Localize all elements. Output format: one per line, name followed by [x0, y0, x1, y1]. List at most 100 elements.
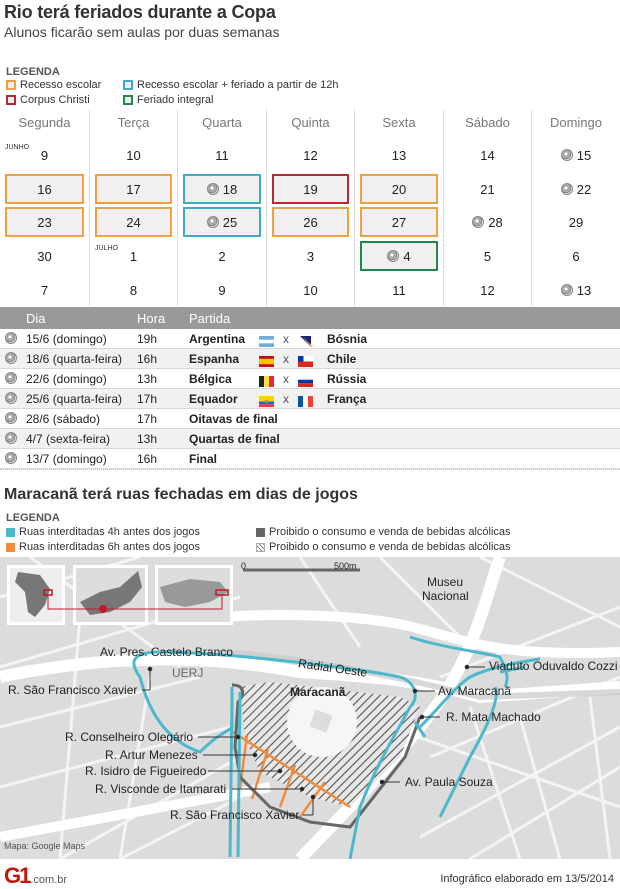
- calendar-day: JULHO 1: [95, 241, 172, 271]
- calendar-day: 12: [449, 275, 526, 305]
- soccer-ball-icon: [5, 352, 17, 364]
- match-time: 16h: [137, 352, 158, 366]
- calendar-column: Sábado 14 21 28 5 12: [444, 110, 532, 306]
- label-castelo-branco: Av. Pres. Castelo Branco: [100, 645, 233, 659]
- away-team: Bósnia: [327, 332, 368, 346]
- day-name: Quarta: [202, 115, 242, 130]
- away-team: França: [327, 392, 367, 406]
- label-visconde: R. Visconde de Itamarati: [95, 782, 227, 796]
- table-row: 15/6 (domingo) 19h Argentina x Bósnia: [0, 329, 620, 349]
- header-partida: Partida: [189, 311, 231, 326]
- match-stage: Oitavas de final: [189, 412, 278, 426]
- calendar-column: Sexta 13 20 27 4 11: [355, 110, 444, 306]
- calendar-day: 12: [272, 140, 349, 170]
- versus: x: [283, 372, 289, 386]
- soccer-ball-icon: [5, 332, 17, 344]
- label-uerj: UERJ: [172, 666, 204, 680]
- calendar-day: 13: [537, 275, 615, 305]
- calendar-column: Quarta 11 18 25 2 9: [178, 110, 267, 306]
- soccer-ball-icon: [472, 216, 485, 228]
- calendar-day: 28: [449, 207, 526, 237]
- soccer-ball-icon: [560, 183, 573, 195]
- soccer-ball-icon: [560, 149, 573, 161]
- day-number: 24: [126, 214, 141, 230]
- day-name: Sexta: [382, 115, 416, 130]
- day-number: 23: [37, 214, 52, 230]
- orange-swatch-icon: [6, 542, 15, 552]
- table-row: 18/6 (quarta-feira) 16h Espanha x Chile: [0, 349, 620, 369]
- orange-square-icon: [6, 80, 16, 90]
- day-number: 22: [576, 181, 592, 197]
- day-number: 3: [306, 248, 315, 264]
- match-time: 17h: [137, 392, 158, 406]
- table-row: 13/7 (domingo) 16h Final: [0, 449, 620, 469]
- day-number: 19: [303, 181, 318, 197]
- day-number: 26: [303, 214, 318, 230]
- hatched-swatch-icon: [256, 542, 265, 552]
- gray-swatch-icon: [256, 527, 265, 537]
- table-row: 28/6 (sábado) 17h Oitavas de final: [0, 409, 620, 429]
- table-row: 22/6 (domingo) 13h Bélgica x Rússia: [0, 369, 620, 389]
- day-number: 12: [480, 282, 495, 298]
- legend-item-recesso: Recesso escolar: [6, 79, 101, 91]
- label-artur: R. Artur Menezes: [105, 748, 198, 762]
- legend-label: Feriado integral: [137, 94, 214, 106]
- soccer-ball-icon: [5, 372, 17, 384]
- table-row: 4/7 (sexta-feira) 13h Quartas de final: [0, 429, 620, 449]
- day-number: 8: [129, 282, 138, 298]
- legend-item-recesso-12h: Recesso escolar + feriado a partir de 12…: [123, 79, 338, 91]
- map[interactable]: 0 500m Museu Nacional Av. Pres. Castelo …: [0, 557, 620, 859]
- scale-start: 0: [241, 561, 247, 571]
- page-title: Rio terá feriados durante a Copa: [4, 2, 276, 22]
- label-maracana: Maracanã: [290, 685, 346, 699]
- map-credit: Mapa: Google Maps: [4, 841, 86, 851]
- day-number: 13: [391, 147, 407, 163]
- home-team: Argentina: [189, 332, 246, 346]
- label-av-maracana: Av. Maracanã: [438, 684, 511, 698]
- day-name: Sábado: [465, 115, 510, 130]
- calendar-day: 13: [360, 140, 438, 170]
- calendar-day: 5: [449, 241, 526, 271]
- calendar-day: 14: [449, 140, 526, 170]
- match-date: 28/6 (sábado): [26, 412, 101, 426]
- day-number: 14: [480, 147, 495, 163]
- day-number: 9: [218, 282, 226, 298]
- day-number: 1: [129, 248, 138, 264]
- label-isidro: R. Isidro de Figueiredo: [85, 764, 207, 778]
- calendar-day: 16: [5, 174, 84, 204]
- match-time: 13h: [137, 372, 158, 386]
- label-sao-francisco-1: R. São Francisco Xavier: [8, 683, 138, 697]
- soccer-ball-icon: [5, 412, 17, 424]
- scale-end: 500m: [334, 561, 357, 571]
- calendar-day: 6: [537, 241, 615, 271]
- match-time: 19h: [137, 332, 158, 346]
- day-number: 29: [568, 214, 584, 230]
- label-mata-machado: R. Mata Machado: [446, 710, 541, 724]
- match-date: 4/7 (sexta-feira): [26, 432, 111, 446]
- g1-domain: .com.br: [30, 874, 68, 886]
- day-number: 7: [40, 282, 49, 298]
- day-number: 28: [488, 214, 503, 230]
- versus: x: [283, 392, 289, 406]
- page-subtitle: Alunos ficarão sem aulas por duas semana…: [4, 24, 280, 40]
- calendar-column: Segunda JUNHO 9 16 23 30 7: [0, 110, 90, 306]
- calendar-column: Domingo 15 22 29 6 13: [532, 110, 620, 306]
- legend-item-corpus-christi: Corpus Christi: [6, 94, 90, 106]
- soccer-ball-icon: [560, 284, 573, 296]
- legend-item-alcohol-hatched: Proibido o consumo e venda de bebidas al…: [256, 541, 511, 553]
- inset-maps: [7, 565, 233, 625]
- calendar-day: 26: [272, 207, 349, 237]
- day-number: 4: [403, 248, 411, 264]
- versus: x: [283, 352, 289, 366]
- g1-logo[interactable]: G1 .com.br: [4, 865, 68, 887]
- legend-title: LEGENDA: [6, 66, 60, 78]
- matches-table: Dia Hora Partida 15/6 (domingo) 19h Argent…: [0, 307, 620, 470]
- day-number: 10: [303, 282, 318, 298]
- table-header: Dia Hora Partida: [0, 307, 620, 329]
- soccer-ball-icon: [5, 432, 17, 444]
- calendar-day: 21: [449, 174, 526, 204]
- header-dia: Dia: [26, 311, 46, 326]
- soccer-ball-icon: [5, 452, 17, 464]
- label-museu: Museu: [427, 575, 464, 589]
- match-date: 18/6 (quarta-feira): [26, 352, 123, 366]
